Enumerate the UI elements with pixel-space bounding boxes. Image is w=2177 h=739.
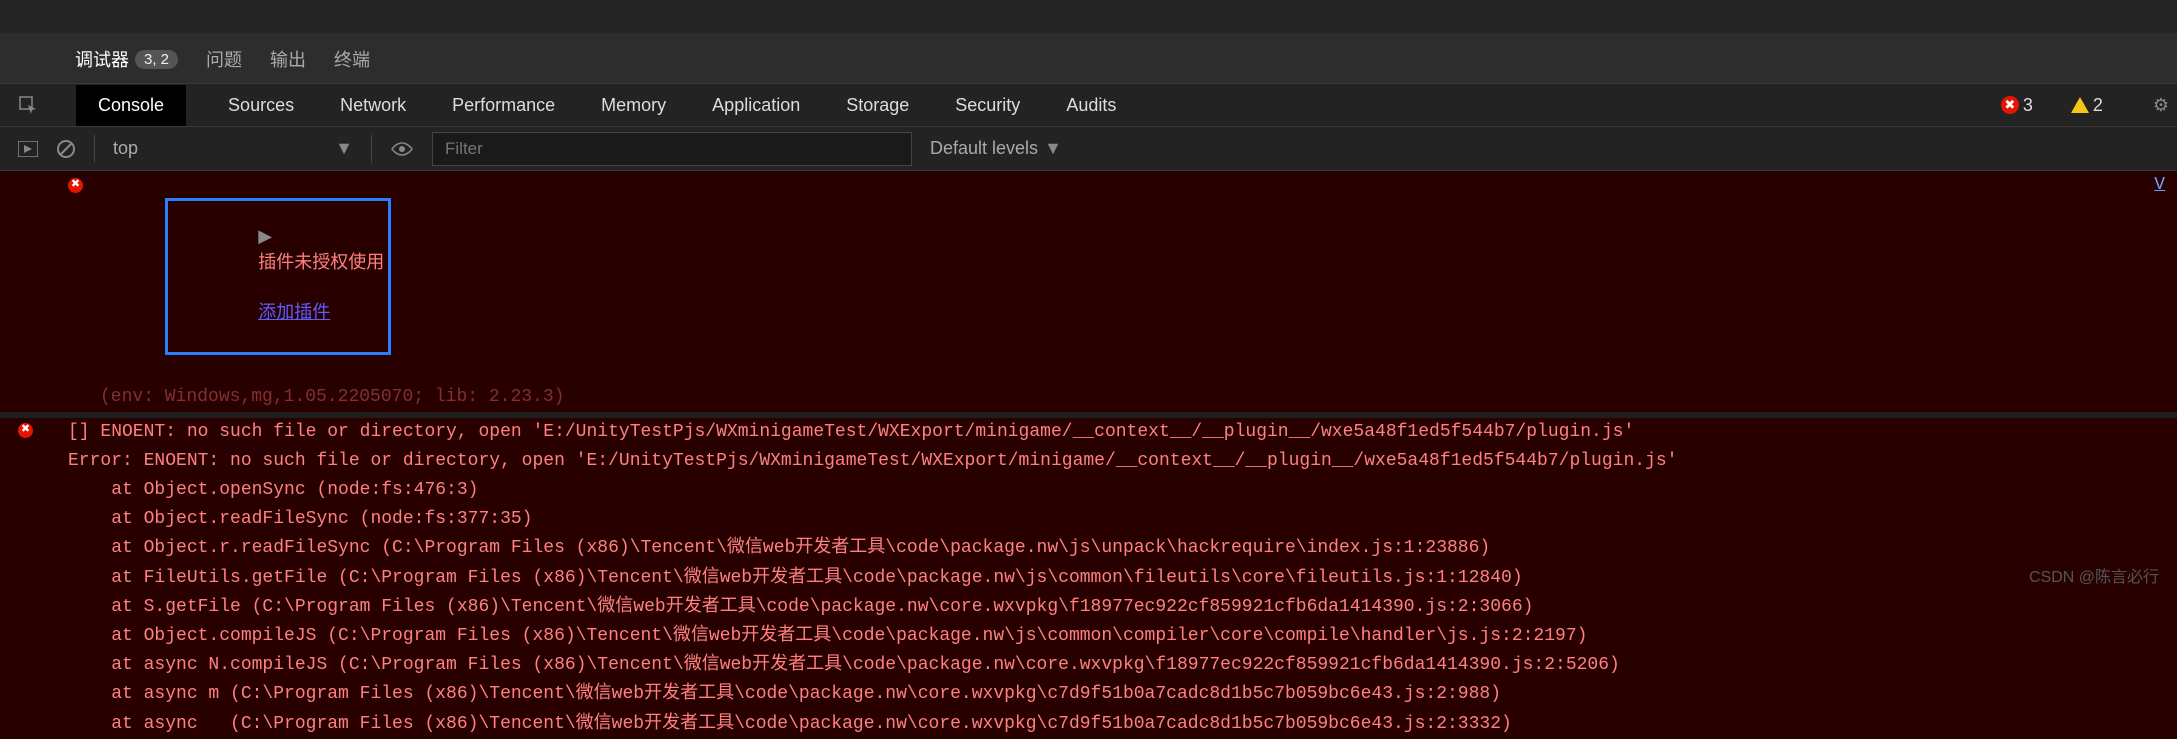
chevron-down-icon: ▼ — [1044, 138, 1062, 159]
console-error-line: Error: ENOENT: no such file or directory… — [0, 447, 2177, 476]
stack-text: at async N.compileJS (C:\Program Files (… — [68, 653, 2163, 678]
inspect-icon[interactable] — [18, 95, 38, 115]
stack-line: at async (C:\Program Files (x86)\Tencent… — [0, 710, 2177, 739]
tab-performance[interactable]: Performance — [448, 85, 559, 126]
stack-text: at Object.readFileSync (node:fs:377:35) — [68, 507, 2163, 532]
stack-line: at Object.compileJS (C:\Program Files (x… — [0, 622, 2177, 651]
log-levels-selector[interactable]: Default levels ▼ — [930, 138, 1062, 159]
window-top-bar — [0, 0, 2177, 35]
stack-line: at Object.openSync (node:fs:476:3) — [0, 476, 2177, 505]
filter-input[interactable] — [432, 132, 912, 166]
tab-security[interactable]: Security — [951, 85, 1024, 126]
tab-issues[interactable]: 问题 — [206, 46, 242, 72]
env-line: (env: Windows,mg,1.05.2205070; lib: 2.23… — [100, 385, 564, 410]
levels-label: Default levels — [930, 138, 1038, 159]
settings-icon[interactable]: ⚙ — [2153, 95, 2169, 116]
error-circle-icon: ✖ — [68, 178, 83, 193]
console-output: ✖ ▶ 插件未授权使用 添加插件 V (env: Windows,mg,1.05… — [0, 171, 2177, 739]
stack-line: at async m (C:\Program Files (x86)\Tence… — [0, 680, 2177, 709]
stack-line: at S.getFile (C:\Program Files (x86)\Ten… — [0, 593, 2177, 622]
expand-caret-icon[interactable]: ▶ — [258, 228, 272, 248]
separator — [371, 135, 372, 163]
tab-network[interactable]: Network — [336, 85, 410, 126]
stack-line: at FileUtils.getFile (C:\Program Files (… — [0, 564, 2177, 593]
highlighted-box: ▶ 插件未授权使用 添加插件 — [165, 198, 391, 355]
context-selector[interactable]: top ▼ — [113, 138, 353, 159]
warning-count: 2 — [2093, 95, 2103, 116]
context-icon[interactable] — [18, 141, 38, 157]
tab-audits[interactable]: Audits — [1062, 85, 1120, 126]
tab-output[interactable]: 输出 — [270, 46, 306, 72]
separator — [94, 135, 95, 163]
stack-line: at Object.r.readFileSync (C:\Program Fil… — [0, 534, 2177, 563]
console-error-message: ✖ [] ENOENT: no such file or directory, … — [0, 418, 2177, 447]
watermark: CSDN @陈言必行 — [2029, 563, 2159, 587]
tab-debugger[interactable]: 调试器 3, 2 — [75, 46, 178, 72]
warning-indicator[interactable]: 2 — [2071, 95, 2103, 116]
live-expression-icon[interactable] — [390, 141, 414, 157]
stack-line: at async N.compileJS (C:\Program Files (… — [0, 651, 2177, 680]
tab-terminal[interactable]: 终端 — [334, 46, 370, 72]
error-circle-icon: ✖ — [2001, 96, 2019, 114]
tab-console[interactable]: Console — [76, 85, 186, 126]
context-value: top — [113, 138, 138, 159]
stack-text: at Object.compileJS (C:\Program Files (x… — [68, 624, 2163, 649]
clear-console-icon[interactable] — [56, 139, 76, 159]
add-plugin-link[interactable]: 添加插件 — [258, 304, 330, 324]
tab-debugger-label: 调试器 — [75, 46, 129, 72]
chevron-down-icon: ▼ — [335, 138, 353, 159]
error-header: [] ENOENT: no such file or directory, op… — [68, 420, 2163, 445]
console-message: (env: Windows,mg,1.05.2205070; lib: 2.23… — [0, 383, 2177, 412]
warning-triangle-icon — [2071, 97, 2089, 113]
stack-text: at async (C:\Program Files (x86)\Tencent… — [68, 712, 2163, 737]
console-message: ✖ ▶ 插件未授权使用 添加插件 V — [0, 171, 2177, 383]
stack-text: at Object.openSync (node:fs:476:3) — [68, 478, 2163, 503]
tab-debugger-badge: 3, 2 — [135, 50, 178, 69]
error-circle-icon: ✖ — [18, 423, 33, 438]
devtools-tabs: Console Sources Network Performance Memo… — [0, 83, 2177, 127]
stack-text: at async m (C:\Program Files (x86)\Tence… — [68, 682, 2163, 707]
plugin-warning-text: 插件未授权使用 — [258, 254, 384, 274]
error-indicator[interactable]: ✖ 3 — [2001, 95, 2033, 116]
source-link[interactable]: V — [2154, 173, 2165, 198]
console-filter-bar: top ▼ Default levels ▼ — [0, 127, 2177, 171]
stack-text: at S.getFile (C:\Program Files (x86)\Ten… — [68, 595, 2163, 620]
stack-text: at FileUtils.getFile (C:\Program Files (… — [68, 566, 2163, 591]
error-detail: Error: ENOENT: no such file or directory… — [68, 449, 2163, 474]
tab-application[interactable]: Application — [708, 85, 804, 126]
error-count: 3 — [2023, 95, 2033, 116]
panel-tabs: 调试器 3, 2 问题 输出 终端 — [0, 35, 2177, 83]
stack-text: at Object.r.readFileSync (C:\Program Fil… — [68, 536, 2163, 561]
stack-line: at Object.readFileSync (node:fs:377:35) — [0, 505, 2177, 534]
tab-sources[interactable]: Sources — [224, 85, 298, 126]
tab-memory[interactable]: Memory — [597, 85, 670, 126]
tab-storage[interactable]: Storage — [842, 85, 913, 126]
